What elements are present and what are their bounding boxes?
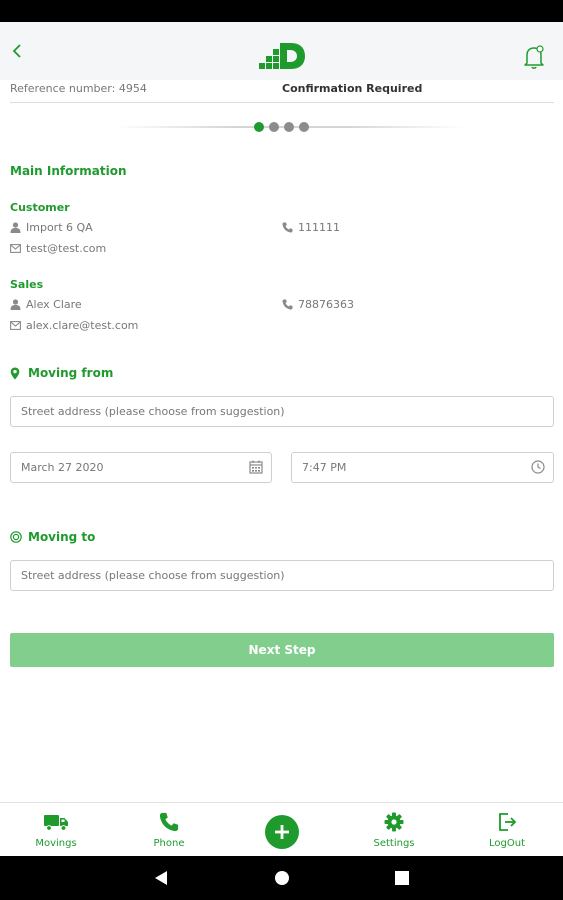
moving-to-address-input[interactable]: Street address (please choose from sugge… <box>10 560 554 591</box>
nav-phone-label: Phone <box>153 838 185 849</box>
moving-to-header: Moving to <box>10 530 95 544</box>
sales-email-row: alex.clare@test.com <box>10 319 138 332</box>
target-icon <box>10 531 22 543</box>
system-navigation-bar <box>0 856 563 900</box>
envelope-icon <box>10 244 21 253</box>
logout-icon <box>499 813 517 831</box>
reference-row: Reference number: 4954 Confirmation Requ… <box>10 81 554 103</box>
nav-logout[interactable]: LogOut <box>467 803 547 857</box>
next-step-button[interactable]: Next Step <box>10 633 554 667</box>
person-icon <box>10 222 21 233</box>
sales-phone-row: 78876363 <box>282 298 354 311</box>
customer-email: test@test.com <box>26 242 107 255</box>
nav-settings-label: Settings <box>373 838 415 849</box>
moving-from-address-input[interactable]: Street address (please choose from sugge… <box>10 396 554 427</box>
reference-label: Reference number: 4954 <box>10 82 147 95</box>
moving-to-title: Moving to <box>28 530 96 544</box>
moving-from-address-placeholder: Street address (please choose from sugge… <box>21 405 285 418</box>
moving-date-field[interactable]: March 27 2020 <box>10 452 272 483</box>
nav-phone[interactable]: Phone <box>129 803 209 857</box>
nav-logout-label: LogOut <box>489 838 525 849</box>
moving-to-address-placeholder: Street address (please choose from sugge… <box>21 569 285 582</box>
nav-movings[interactable]: Movings <box>16 803 96 857</box>
sales-title: Sales <box>10 278 44 291</box>
step-dot-2 <box>269 122 279 132</box>
clock-icon <box>531 460 545 474</box>
main-information-title: Main Information <box>10 164 127 178</box>
customer-name-row: Import 6 QA <box>10 221 93 234</box>
customer-phone: 111111 <box>298 221 340 234</box>
system-back-icon[interactable] <box>153 870 169 886</box>
customer-phone-row: 111111 <box>282 221 340 234</box>
calendar-icon <box>249 460 263 474</box>
customer-name: Import 6 QA <box>26 221 93 234</box>
notifications-button[interactable] <box>522 44 548 72</box>
system-recents-icon[interactable] <box>395 871 409 885</box>
app-logo <box>259 43 305 69</box>
sales-name: Alex Clare <box>26 298 82 311</box>
status-text: Confirmation Required <box>282 82 423 95</box>
moving-date-value: March 27 2020 <box>21 461 104 474</box>
customer-title: Customer <box>10 201 70 214</box>
phone-icon <box>159 812 179 832</box>
back-button[interactable] <box>4 36 30 66</box>
nav-settings[interactable]: Settings <box>354 803 434 857</box>
moving-from-title: Moving from <box>28 366 114 380</box>
chevron-left-icon <box>12 44 21 58</box>
phone-icon <box>282 222 293 233</box>
gear-icon <box>384 812 404 832</box>
reference-label-text: Reference number: <box>10 82 116 95</box>
bell-icon <box>524 45 544 69</box>
envelope-icon <box>10 321 21 330</box>
moving-time-value: 7:47 PM <box>302 461 347 474</box>
step-dot-4 <box>299 122 309 132</box>
step-dot-1 <box>254 122 264 132</box>
customer-email-row: test@test.com <box>10 242 106 255</box>
step-dot-3 <box>284 122 294 132</box>
sales-name-row: Alex Clare <box>10 298 82 311</box>
nav-movings-label: Movings <box>35 838 77 849</box>
sales-phone: 78876363 <box>298 298 354 311</box>
step-indicator <box>115 120 465 134</box>
app-header <box>0 22 563 80</box>
add-moving-button[interactable] <box>265 815 299 849</box>
bottom-navigation: Movings Phone Settings LogOut <box>0 802 563 856</box>
truck-icon <box>44 815 68 831</box>
status-bar <box>0 0 563 22</box>
person-icon <box>10 299 21 310</box>
phone-icon <box>282 299 293 310</box>
moving-time-field[interactable]: 7:47 PM <box>291 452 554 483</box>
reference-number: 4954 <box>118 82 147 95</box>
map-pin-icon <box>10 367 20 379</box>
moving-from-header: Moving from <box>10 366 113 380</box>
sales-email: alex.clare@test.com <box>26 319 139 332</box>
plus-icon <box>275 825 289 839</box>
system-home-icon[interactable] <box>274 870 290 886</box>
